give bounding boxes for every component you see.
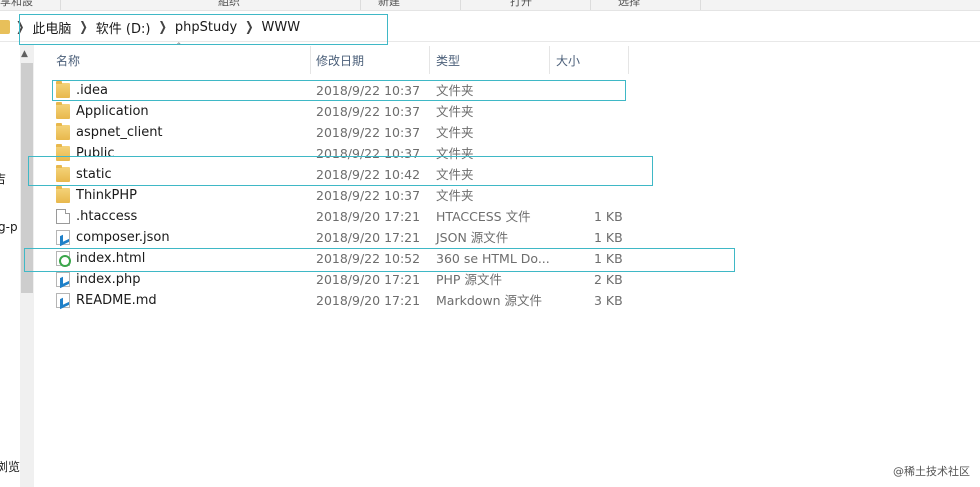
file-type: HTACCESS 文件: [436, 209, 531, 224]
file-name[interactable]: .htaccess: [76, 206, 137, 227]
column-type[interactable]: 类型: [436, 46, 460, 76]
file-modified: 2018/9/22 10:37: [316, 146, 421, 161]
file-type: 文件夹: [436, 188, 474, 203]
breadcrumb-drive-d[interactable]: 软件 (D:): [92, 18, 155, 37]
file-row[interactable]: .idea 2018/9/22 10:37 文件夹: [48, 80, 980, 101]
code-file-icon: [56, 293, 70, 308]
file-name[interactable]: .idea: [76, 80, 108, 101]
file-name[interactable]: Application: [76, 101, 149, 122]
file-type: 文件夹: [436, 83, 474, 98]
file-row[interactable]: ThinkPHP 2018/9/22 10:37 文件夹: [48, 185, 980, 206]
folder-icon: [56, 102, 70, 119]
folder-icon: [56, 144, 70, 161]
code-file-icon: [56, 272, 70, 287]
ribbon-separator: [590, 0, 591, 10]
file-modified: 2018/9/22 10:37: [316, 83, 421, 98]
file-name[interactable]: README.md: [76, 290, 157, 311]
file-name[interactable]: aspnet_client: [76, 122, 163, 143]
nav-item-fragment[interactable]: 吉: [0, 170, 6, 187]
file-row[interactable]: index.php 2018/9/20 17:21 PHP 源文件 2 KB: [48, 269, 980, 290]
nav-item-fragment[interactable]: g-p: [0, 220, 18, 234]
folder-icon: [56, 81, 70, 98]
nav-item-fragment[interactable]: 浏览: [0, 458, 20, 475]
file-modified: 2018/9/22 10:42: [316, 167, 421, 182]
file-row[interactable]: Application 2018/9/22 10:37 文件夹: [48, 101, 980, 122]
navigation-scrollbar-thumb[interactable]: [21, 63, 33, 293]
file-name[interactable]: index.php: [76, 269, 140, 290]
file-modified: 2018/9/20 17:21: [316, 272, 421, 287]
file-name[interactable]: static: [76, 164, 112, 185]
ribbon-strip: 享和設 組织 新建 打开 选择: [0, 0, 980, 11]
breadcrumb-phpstudy[interactable]: phpStudy: [171, 20, 241, 35]
ribbon-label-new[interactable]: 新建: [378, 0, 400, 9]
file-modified: 2018/9/22 10:52: [316, 251, 421, 266]
folder-icon: [56, 165, 70, 182]
ribbon-label-open[interactable]: 打开: [510, 0, 532, 9]
address-bar[interactable]: ❯ 此电脑 ❯ 软件 (D:) ❯ phpStudy ❯ WWW: [0, 12, 980, 42]
ribbon-separator: [700, 0, 701, 10]
breadcrumb[interactable]: ❯ 此电脑 ❯ 软件 (D:) ❯ phpStudy ❯ WWW: [0, 16, 304, 38]
file-type: 文件夹: [436, 146, 474, 161]
file-type: JSON 源文件: [436, 230, 509, 245]
chevron-right-icon[interactable]: ❯: [241, 20, 257, 34]
file-modified: 2018/9/20 17:21: [316, 230, 421, 245]
file-size: 3 KB: [594, 293, 623, 308]
folder-icon: [56, 186, 70, 203]
file-name[interactable]: ThinkPHP: [76, 185, 137, 206]
file-name[interactable]: index.html: [76, 248, 145, 269]
file-modified: 2018/9/22 10:37: [316, 188, 421, 203]
column-divider[interactable]: [429, 46, 430, 74]
file-row[interactable]: composer.json 2018/9/20 17:21 JSON 源文件 1…: [48, 227, 980, 248]
file-name[interactable]: Public: [76, 143, 114, 164]
file-row[interactable]: .htaccess 2018/9/20 17:21 HTACCESS 文件 1 …: [48, 206, 980, 227]
file-type: PHP 源文件: [436, 272, 502, 287]
file-name[interactable]: composer.json: [76, 227, 170, 248]
ribbon-label-select[interactable]: 选择: [618, 0, 640, 9]
column-divider[interactable]: [549, 46, 550, 74]
file-type: 360 se HTML Do...: [436, 251, 550, 266]
ribbon-separator: [60, 0, 61, 10]
chevron-right-icon[interactable]: ❯: [12, 20, 28, 34]
file-modified: 2018/9/20 17:21: [316, 293, 421, 308]
scroll-up-arrow-icon[interactable]: ▲: [21, 49, 28, 59]
file-size: 1 KB: [594, 230, 623, 245]
ribbon-label-share[interactable]: 享和設: [0, 0, 33, 9]
file-type: 文件夹: [436, 104, 474, 119]
watermark: @稀土技术社区: [893, 465, 970, 478]
column-divider[interactable]: [310, 46, 311, 74]
file-type: 文件夹: [436, 167, 474, 182]
html-file-icon: [56, 251, 71, 267]
column-modified[interactable]: 修改日期: [316, 46, 364, 76]
folder-icon: [0, 20, 10, 34]
ribbon-separator: [460, 0, 461, 10]
code-file-icon: [56, 230, 70, 245]
chevron-right-icon[interactable]: ❯: [75, 20, 91, 34]
file-modified: 2018/9/20 17:21: [316, 209, 421, 224]
column-size[interactable]: 大小: [556, 46, 580, 76]
file-row[interactable]: Public 2018/9/22 10:37 文件夹: [48, 143, 980, 164]
file-size: 2 KB: [594, 272, 623, 287]
file-modified: 2018/9/22 10:37: [316, 125, 421, 140]
file-size: 1 KB: [594, 209, 623, 224]
file-type: Markdown 源文件: [436, 293, 543, 308]
sort-ascending-icon: ⌃: [175, 42, 183, 52]
chevron-right-icon[interactable]: ❯: [154, 20, 170, 34]
file-size: 1 KB: [594, 251, 623, 266]
folder-icon: [56, 123, 70, 140]
file-type: 文件夹: [436, 125, 474, 140]
ribbon-label-organize[interactable]: 組织: [218, 0, 240, 9]
column-header: ⌃ 名称 修改日期 类型 大小: [48, 42, 980, 76]
breadcrumb-this-pc[interactable]: 此电脑: [28, 18, 75, 37]
breadcrumb-www[interactable]: WWW: [258, 20, 305, 35]
file-row[interactable]: static 2018/9/22 10:42 文件夹: [48, 164, 980, 185]
file-list: .idea 2018/9/22 10:37 文件夹 Application 20…: [48, 80, 980, 311]
file-row[interactable]: index.html 2018/9/22 10:52 360 se HTML D…: [48, 248, 980, 269]
ribbon-separator: [360, 0, 361, 10]
column-name[interactable]: 名称: [56, 46, 80, 76]
column-divider[interactable]: [628, 46, 629, 74]
file-modified: 2018/9/22 10:37: [316, 104, 421, 119]
file-icon: [56, 209, 70, 224]
file-row[interactable]: README.md 2018/9/20 17:21 Markdown 源文件 3…: [48, 290, 980, 311]
file-row[interactable]: aspnet_client 2018/9/22 10:37 文件夹: [48, 122, 980, 143]
